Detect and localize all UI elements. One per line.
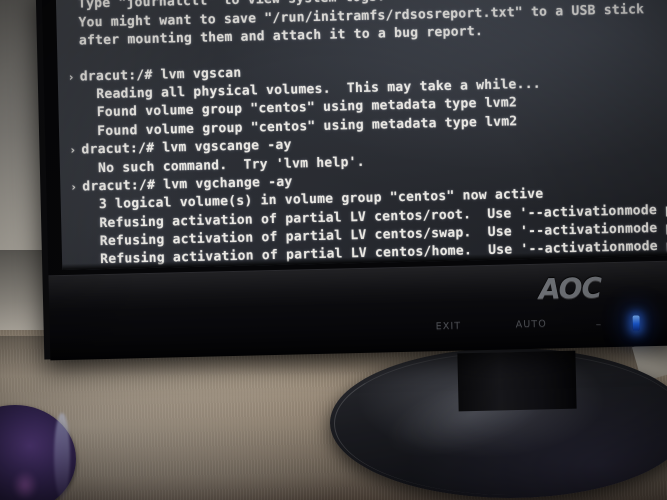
monitor-auto-button[interactable]: AUTO	[516, 319, 547, 331]
prompt-caret-icon: ›	[70, 180, 78, 194]
monitor-exit-button[interactable]: EXIT	[436, 321, 462, 333]
disc-glint	[12, 470, 38, 500]
monitor-screen: Exit the shell to continue.Type "journal…	[55, 0, 667, 271]
prompt-caret-icon: ›	[69, 143, 77, 157]
monitor-chin-bezel: AOC EXIT AUTO – + MENU	[48, 260, 667, 361]
terminal-line-text: dracut:/# lvm vgchange -ay	[82, 174, 293, 195]
monitor-minus-button[interactable]: –	[596, 317, 603, 330]
monitor-power-led[interactable]	[632, 315, 640, 331]
terminal-line-text: dracut:/# lvm vgscan	[79, 65, 242, 85]
terminal-output: Exit the shell to continue.Type "journal…	[68, 0, 667, 270]
terminal-line-text: dracut:/# lvm vgscange -ay	[81, 137, 292, 158]
monitor: Exit the shell to continue.Type "journal…	[35, 0, 667, 361]
aoc-brand-logo: AOC	[538, 271, 602, 306]
prompt-caret-icon: ›	[67, 70, 75, 84]
photo-of-monitor-scene: Exit the shell to continue.Type "journal…	[0, 0, 667, 500]
monitor-stand-neck	[457, 350, 577, 412]
monitor-bezel: Exit the shell to continue.Type "journal…	[41, 0, 667, 280]
